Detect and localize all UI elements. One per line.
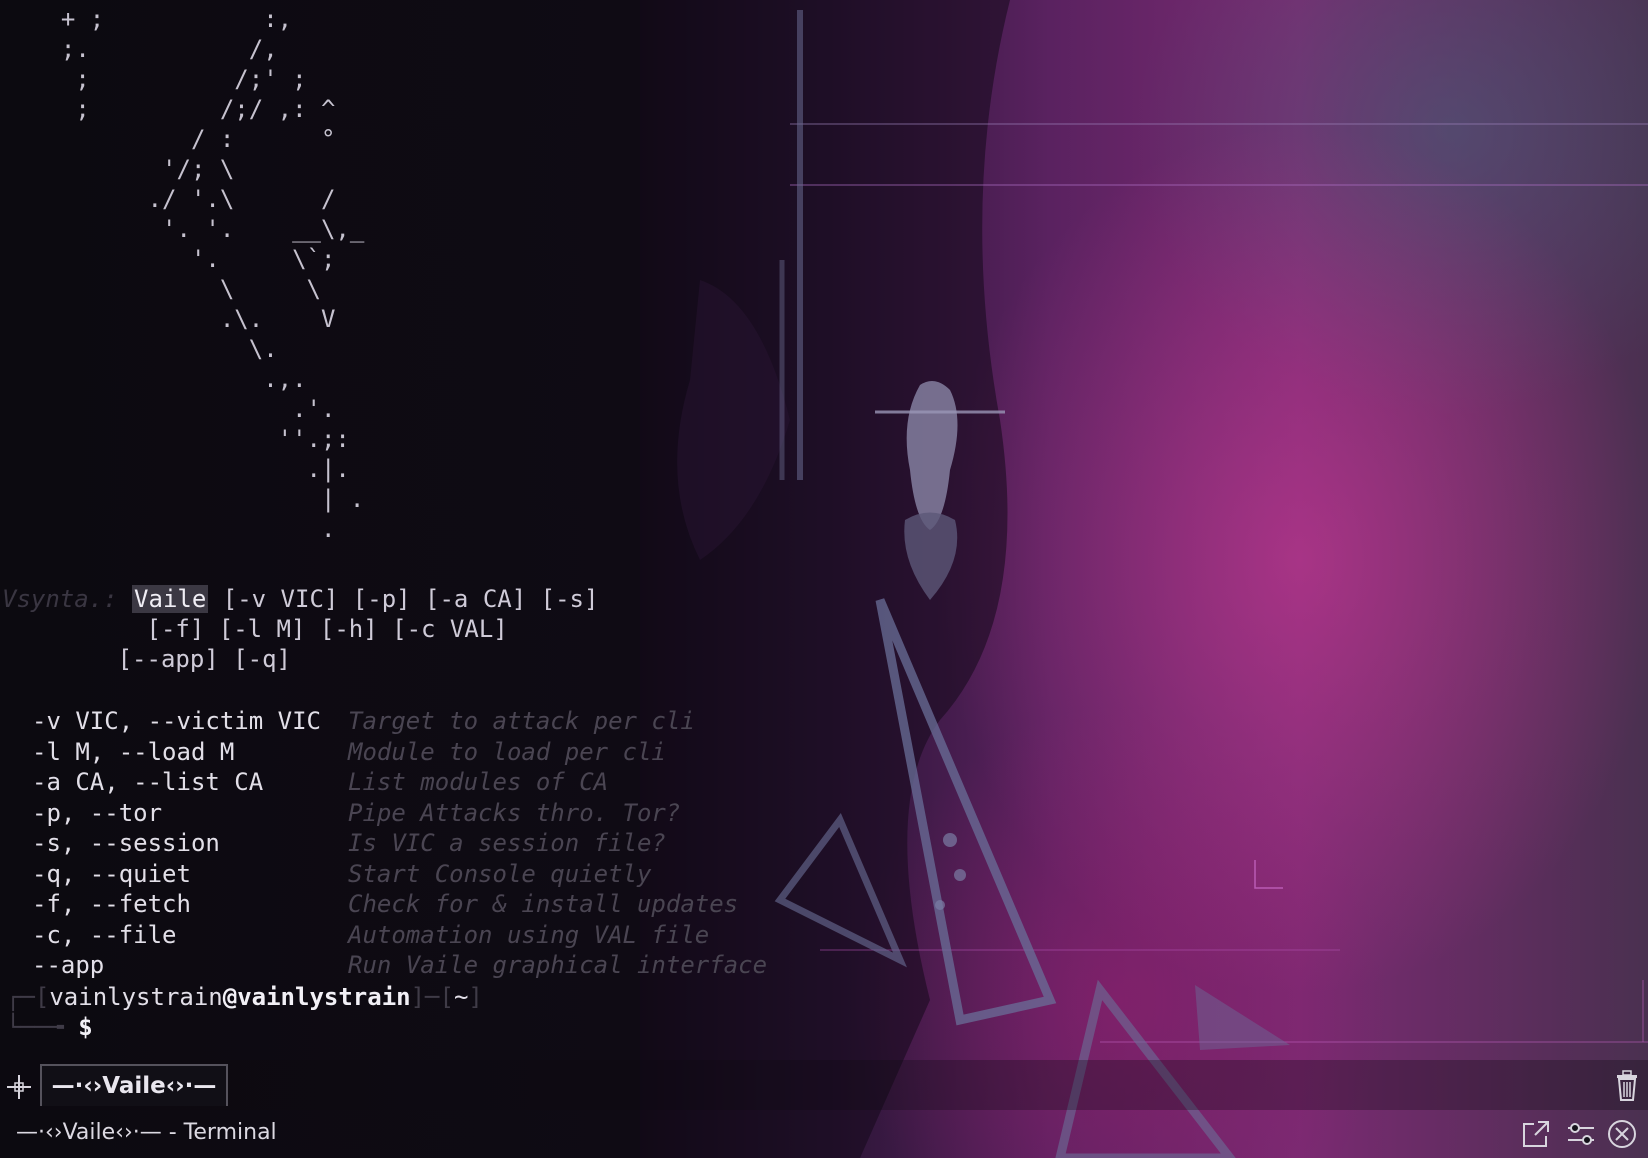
option-flag: -f, --fetch — [32, 890, 191, 918]
settings-button[interactable] — [1565, 1118, 1597, 1150]
ascii-art-line: .\. V — [32, 305, 336, 333]
tab-vaile[interactable]: —·‹›Vaile‹›·— — [40, 1064, 228, 1106]
desktop-screen: + ; :, ;. /, ; /;' ; ; /;/ ,: ^ / : ° '/… — [0, 0, 1648, 1158]
prompt-corner-top: ┌─[ — [6, 983, 50, 1011]
option-description: Automation using VAL file — [348, 920, 710, 949]
close-circle-icon — [1608, 1120, 1636, 1148]
plus-icon — [7, 1075, 31, 1099]
usage-prefix: Vsynta.: — [2, 585, 118, 613]
ascii-art-line: . — [32, 515, 336, 543]
option-description: Module to load per cli — [348, 737, 666, 766]
settings-sliders-icon — [1568, 1123, 1594, 1145]
usage-line-1: Vsynta.: Vaile [-v VIC] [-p] [-a CA] [-s… — [2, 584, 598, 614]
prompt-corner-bottom: └──╼ — [6, 1013, 79, 1041]
ascii-art-line: '. '. __\,_ — [32, 215, 365, 243]
external-window-icon — [1523, 1121, 1549, 1147]
prompt-sep: ]─[ — [410, 983, 454, 1011]
option-flag: -p, --tor — [32, 798, 163, 827]
window-status-bar: —·‹›Vaile‹›·— - Terminal — [0, 1110, 1648, 1158]
prompt-end: ] — [468, 983, 483, 1011]
option-flag: -v VIC, --victim VIC — [32, 707, 321, 735]
option-description: Start Console quietly — [348, 859, 652, 888]
usage-args-1: [-v VIC] [-p] [-a CA] [-s] — [208, 585, 599, 613]
usage-line-2: [-f] [-l M] [-h] [-c VAL] — [2, 615, 508, 643]
window-title: —·‹›Vaile‹›·— - Terminal — [16, 1120, 277, 1145]
option-description: List modules of CA — [348, 768, 609, 796]
option-flag: --app — [32, 951, 105, 979]
trash-icon — [1617, 1070, 1637, 1101]
prompt-user: vainlystrain — [49, 983, 223, 1011]
option-flag: -s, --session — [32, 829, 220, 857]
ascii-art-line: '/; \ — [32, 155, 235, 183]
option-description: Run Vaile graphical interface — [348, 951, 768, 979]
ascii-art-line: + ; :, — [32, 5, 293, 33]
new-tab-button[interactable] — [4, 1072, 34, 1102]
prompt-symbol: $ — [78, 1013, 93, 1041]
ascii-art-line: ''.;: — [32, 425, 350, 453]
option-flag: -q, --quiet — [32, 859, 191, 888]
ascii-art-line: ;. /, — [32, 35, 278, 63]
ascii-art-line: \. — [32, 335, 278, 363]
ascii-art-line: ./ '.\ / — [32, 185, 336, 213]
option-description: Is VIC a session file? — [348, 829, 666, 857]
ascii-art-line: '. \`; — [32, 245, 336, 273]
option-flag: -l M, --load M — [32, 737, 235, 766]
prompt-cwd: ~ — [453, 983, 469, 1011]
option-flag: -a CA, --list CA — [32, 768, 264, 796]
close-window-button[interactable] — [1606, 1118, 1638, 1150]
prompt-host: @vainlystrain — [222, 983, 411, 1011]
prompt-line-2[interactable]: └──╼ $ — [6, 1012, 93, 1042]
close-tab-button[interactable] — [1612, 1070, 1642, 1102]
usage-line-3: [--app] [-q] — [2, 645, 291, 673]
ascii-art-line: .'. — [32, 395, 336, 423]
ascii-art-line: \ \ — [32, 275, 321, 303]
prompt-line-1: ┌─[vainlystrain@vainlystrain]─[~] — [6, 982, 483, 1012]
option-flag: -c, --file — [32, 920, 177, 949]
ascii-art-line: ; /;/ ,: ^ — [32, 95, 336, 123]
option-description: Pipe Attacks thro. Tor? — [348, 798, 681, 827]
option-description: Check for & install updates — [348, 890, 739, 918]
option-description: Target to attack per cli — [348, 707, 695, 735]
terminal-output[interactable]: + ; :, ;. /, ; /;' ; ; /;/ ,: ^ / : ° '/… — [0, 0, 1648, 1058]
ascii-art-line: .,. — [32, 365, 307, 393]
external-window-button[interactable] — [1520, 1118, 1552, 1150]
ascii-art-line: .|. — [32, 455, 350, 483]
ascii-art-line: / : ° — [32, 125, 336, 153]
ascii-art-line: ; /;' ; — [32, 65, 307, 93]
program-name-highlight: Vaile — [132, 585, 209, 613]
terminal-tab-bar: —·‹›Vaile‹›·— — [0, 1060, 1648, 1110]
ascii-art-line: | . — [32, 485, 365, 513]
